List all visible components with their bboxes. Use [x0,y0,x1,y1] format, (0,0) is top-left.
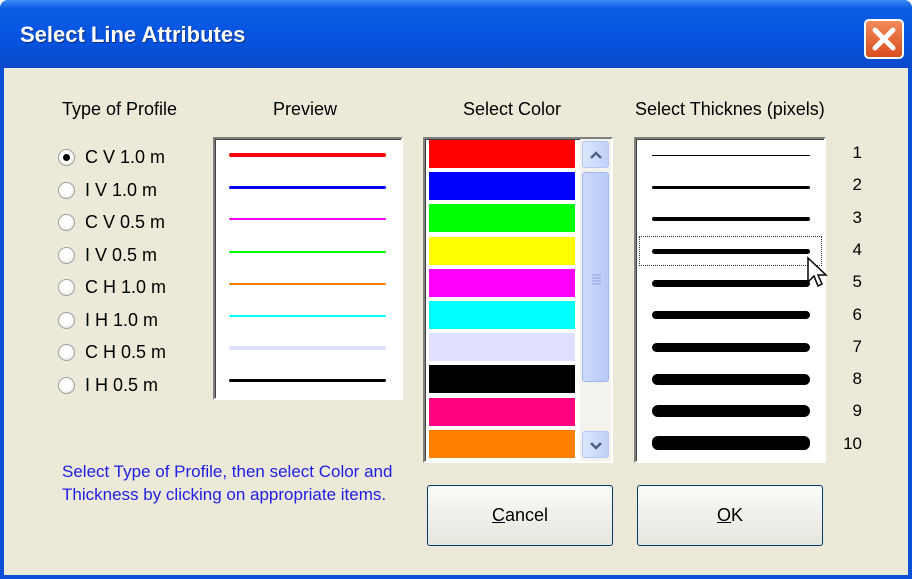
profile-radio-label: C H 1.0 m [85,277,167,297]
color-swatch[interactable] [429,429,575,458]
profile-radio-label: C V 0.5 m [85,212,166,232]
profile-radio-label: C V 1.0 m [85,147,166,167]
profile-radio-button[interactable] [58,246,75,264]
close-button[interactable] [864,19,904,59]
profile-radio-row[interactable]: C V 1.0 m [58,146,198,172]
ok-button[interactable]: OK [637,485,823,546]
thickness-number: 6 [852,304,862,324]
preview-line [229,282,386,285]
profile-radio-label: I V 0.5 m [85,244,158,265]
window-title: Select Line Attributes [20,22,246,47]
profile-radio-row[interactable]: C H 0.5 m [58,341,198,367]
thickness-number: 1 [852,143,862,162]
thickness-line[interactable] [652,185,810,189]
thickness-number: 4 [852,239,862,259]
thickness-number: 5 [852,272,862,292]
grip-icon [592,274,601,285]
chevron-down-icon [590,442,602,450]
thickness-line[interactable] [652,405,810,417]
color-swatch[interactable] [429,172,575,201]
profile-radio-label: I H 1.0 m [85,309,159,330]
color-swatch[interactable] [429,365,575,394]
thickness-selection-focus [639,236,822,266]
instructions-text: Select Type of Profile, then select Colo… [62,462,393,504]
thickness-number: 10 [843,433,862,453]
close-icon [872,27,896,51]
color-swatch[interactable] [429,140,575,168]
profile-radio-button[interactable] [58,279,75,296]
type-of-profile-header: Type of Profile [62,99,178,119]
mouse-cursor-icon [807,256,828,288]
scroll-thumb[interactable] [582,172,609,382]
color-swatch[interactable] [429,301,575,329]
scroll-up-button[interactable] [582,141,609,168]
profile-radio-button[interactable] [58,214,75,231]
profile-radio-row[interactable]: C H 1.0 m [58,276,198,302]
preview-header: Preview [273,99,338,119]
preview-panel [213,137,403,400]
preview-line [229,378,386,382]
color-swatch[interactable] [429,268,575,297]
thickness-line[interactable] [652,154,810,156]
preview-line [229,315,386,317]
profile-radio-button[interactable] [58,344,75,361]
color-scrollbar[interactable] [580,139,611,461]
profile-radio-label: I H 0.5 m [85,374,159,395]
profile-radio-button[interactable] [58,376,75,394]
thickness-number: 3 [852,207,862,227]
thickness-line[interactable] [652,373,810,385]
color-swatch[interactable] [429,236,575,265]
preview-line [229,185,386,189]
profile-radio-row[interactable]: I V 1.0 m [58,179,198,205]
title-bar[interactable]: Select Line Attributes [0,0,912,68]
thickness-number: 7 [852,336,862,356]
preview-line [229,346,386,351]
thickness-number: 8 [852,369,862,389]
thickness-number: 2 [852,175,862,195]
color-swatch[interactable] [429,333,575,362]
thickness-line[interactable] [652,342,810,352]
profile-radio-button[interactable] [58,311,75,329]
color-swatch[interactable] [429,204,575,233]
profile-radio-button[interactable] [58,181,75,199]
thickness-line[interactable] [652,436,810,450]
profile-radio-row[interactable]: I V 0.5 m [58,244,198,270]
thickness-line[interactable] [652,311,810,319]
thickness-line[interactable] [652,217,810,221]
chevron-up-icon [590,151,602,159]
profile-radio-row[interactable]: I H 1.0 m [58,309,198,335]
profile-radio-button[interactable] [58,149,75,166]
profile-radio-label: I V 1.0 m [85,179,158,200]
ok-button-label: OK [716,505,744,525]
preview-line [229,153,386,157]
thickness-number: 9 [852,401,862,421]
cancel-button[interactable]: Cancel [427,485,613,546]
scroll-down-button[interactable] [582,431,609,458]
cancel-button-label: Cancel [491,505,549,525]
profile-radio-label: C H 0.5 m [85,342,167,362]
profile-radio-row[interactable]: C V 0.5 m [58,211,198,237]
select-color-header: Select Color [463,99,562,119]
profile-radio-row[interactable]: I H 0.5 m [58,374,198,400]
preview-line [229,250,386,253]
select-thickness-header: Select Thicknes (pixels) [635,99,825,119]
color-swatch[interactable] [429,397,575,426]
thickness-line[interactable] [652,279,810,287]
